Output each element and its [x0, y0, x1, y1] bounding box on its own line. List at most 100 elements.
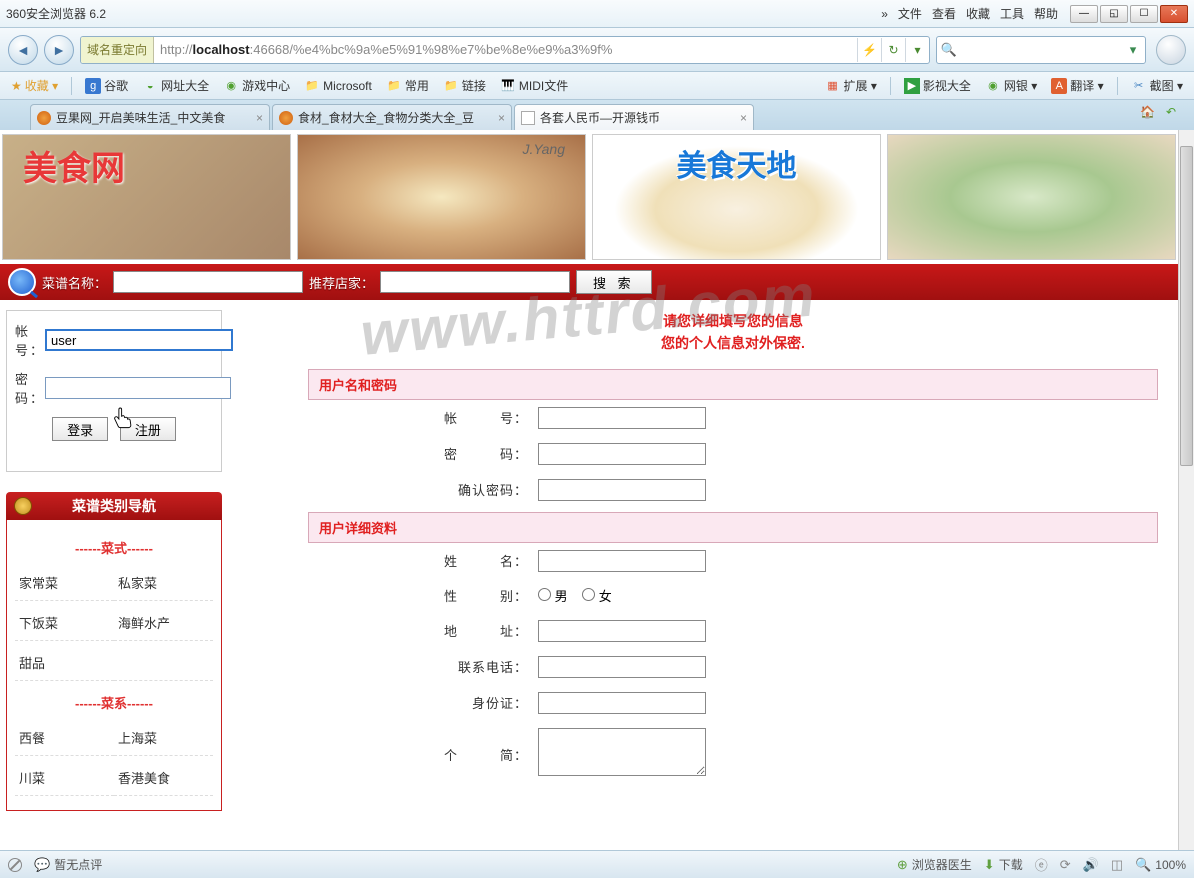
cat-item[interactable]: 家常菜 [15, 565, 114, 601]
status-doctor[interactable]: ⊕浏览器医生 [897, 856, 972, 873]
status-zoom[interactable]: 🔍100% [1135, 857, 1186, 873]
banner-image-1: 美食网 [2, 134, 291, 260]
cat-item[interactable]: 上海菜 [114, 720, 213, 756]
status-split-icon[interactable]: ◫ [1111, 857, 1123, 873]
cat-item[interactable]: 西餐 [15, 720, 114, 756]
radio-male[interactable]: 男 [538, 589, 568, 604]
translate-button[interactable]: A翻译 ▾ [1046, 75, 1108, 96]
home-icon[interactable]: 🏠 [1140, 105, 1158, 123]
maximize-button[interactable]: ☐ [1130, 5, 1158, 23]
form-input-intro[interactable] [538, 728, 706, 776]
user-avatar[interactable] [1156, 35, 1186, 65]
menu-help[interactable]: 帮助 [1034, 5, 1058, 22]
vertical-scrollbar[interactable] [1178, 130, 1194, 850]
video-button[interactable]: ▶影视大全 [899, 75, 976, 96]
form-input-tel[interactable] [538, 656, 706, 678]
power-icon[interactable]: ⚡ [857, 38, 881, 62]
form-label-tel: 联系电话： [308, 657, 538, 676]
form-input-user[interactable] [538, 407, 706, 429]
bookmark-sites[interactable]: ◒网址大全 [137, 75, 214, 96]
bookmark-google[interactable]: g谷歌 [80, 75, 133, 96]
bookmark-midi[interactable]: 🎹MIDI文件 [495, 75, 573, 96]
register-button[interactable]: 注册 [120, 417, 176, 441]
address-bar[interactable]: 域名重定向 http://localhost:46668/%e4%bc%9a%e… [80, 36, 930, 64]
cat-item[interactable]: 下饭菜 [15, 605, 114, 641]
cat-item[interactable] [114, 645, 213, 681]
password-input[interactable] [45, 377, 231, 399]
menu-chevron[interactable]: » [881, 7, 888, 21]
tab-2[interactable]: 食材_食材大全_食物分类大全_豆 × [272, 104, 512, 130]
url-dropdown-icon[interactable]: ▾ [905, 38, 929, 62]
window-titlebar: 360安全浏览器 6.2 » 文件 查看 收藏 工具 帮助 — ◱ ☐ ✕ [0, 0, 1194, 28]
status-mute-icon[interactable]: ⓔ [1035, 855, 1048, 874]
bookmark-games[interactable]: ◉游戏中心 [218, 75, 295, 96]
login-button[interactable]: 登录 [52, 417, 108, 441]
status-speed-icon[interactable]: ⟳ [1060, 857, 1071, 873]
menu-file[interactable]: 文件 [898, 5, 922, 22]
cat-item[interactable]: 海鲜水产 [114, 605, 213, 641]
section-header: 用户详细资料 [308, 512, 1158, 543]
tab-close-icon[interactable]: × [498, 111, 505, 125]
tab-label: 各套人民币—开源钱币 [540, 109, 735, 126]
menu-view[interactable]: 查看 [932, 5, 956, 22]
form-input-id[interactable] [538, 692, 706, 714]
shop-name-input[interactable] [380, 271, 570, 293]
bank-button[interactable]: ◉网银 ▾ [980, 75, 1042, 96]
group-dish-style: ------菜式------ [15, 538, 213, 557]
form-title: 请您详细填写您的信息 您的个人信息对外保密. [308, 310, 1158, 355]
status-sound-icon[interactable]: 🔊 [1083, 857, 1099, 873]
menu-tools[interactable]: 工具 [1000, 5, 1024, 22]
bookmark-links[interactable]: 📁链接 [438, 75, 491, 96]
tab-bar: 豆果网_开启美味生活_中文美食 × 食材_食材大全_食物分类大全_豆 × 各套人… [0, 100, 1194, 130]
tab-close-icon[interactable]: × [256, 111, 263, 125]
banner-image-4 [887, 134, 1176, 260]
cat-item[interactable]: 甜品 [15, 645, 114, 681]
username-input[interactable] [45, 329, 233, 351]
window-buttons: — ◱ ☐ ✕ [1068, 5, 1188, 23]
form-input-pass[interactable] [538, 443, 706, 465]
cat-item[interactable]: 川菜 [15, 760, 114, 796]
ext-button[interactable]: ▦扩展 ▾ [820, 75, 882, 96]
status-download[interactable]: ⬇下载 [984, 856, 1023, 873]
site-search-button[interactable]: 搜 索 [576, 270, 652, 294]
page-content: 美食网 J.Yang 美食天地 菜谱名称： 推荐店家： 搜 索 帐 号： 密 码… [0, 130, 1178, 850]
menu-favorites[interactable]: 收藏 [966, 5, 990, 22]
favorites-button[interactable]: ★ 收藏 ▾ [6, 75, 63, 96]
status-comment[interactable]: 💬暂无点评 [34, 856, 102, 873]
cat-item[interactable]: 香港美食 [114, 760, 213, 796]
minimize-button[interactable]: — [1070, 5, 1098, 23]
close-button[interactable]: ✕ [1160, 5, 1188, 23]
tab-3-active[interactable]: 各套人民币—开源钱币 × [514, 104, 754, 130]
left-column: 帐 号： 密 码： 登录 注册 菜谱类别导航 ------菜 [0, 300, 228, 821]
section-details: 用户详细资料 姓 名： 性 别： 男 女 地 址： [308, 512, 1158, 788]
search-dropdown-icon[interactable]: ▾ [1121, 42, 1145, 58]
bookmark-common[interactable]: 📁常用 [381, 75, 434, 96]
browser-search-box[interactable]: 🔍 ▾ [936, 36, 1146, 64]
nav-toolbar: ◄ ► 域名重定向 http://localhost:46668/%e4%bc%… [0, 28, 1194, 72]
banner-image-3: 美食天地 [592, 134, 881, 260]
category-nav: 菜谱类别导航 ------菜式------ 家常菜 私家菜 下饭菜 海鲜水产 甜… [6, 492, 222, 811]
status-block-icon[interactable] [8, 858, 22, 872]
radio-female[interactable]: 女 [582, 589, 612, 604]
form-input-name[interactable] [538, 550, 706, 572]
separator [71, 77, 72, 95]
restore-button[interactable]: ◱ [1100, 5, 1128, 23]
screenshot-button[interactable]: ✂截图 ▾ [1126, 75, 1188, 96]
url-text[interactable]: http://localhost:46668/%e4%bc%9a%e5%91%9… [154, 42, 857, 57]
url-path: :46668/%e4%bc%9a%e5%91%98%e7%be%8e%e9%a3… [250, 42, 613, 57]
form-input-addr[interactable] [538, 620, 706, 642]
forward-button[interactable]: ► [44, 35, 74, 65]
recipe-name-input[interactable] [113, 271, 303, 293]
form-label-intro: 个 简： [308, 745, 538, 764]
bookmark-microsoft[interactable]: 📁Microsoft [299, 76, 377, 96]
refresh-icon[interactable]: ↻ [881, 38, 905, 62]
back-button[interactable]: ◄ [8, 35, 38, 65]
tab-1[interactable]: 豆果网_开启美味生活_中文美食 × [30, 104, 270, 130]
tab-close-icon[interactable]: × [740, 111, 747, 125]
restore-tab-icon[interactable]: ↶ [1166, 105, 1184, 123]
banner-row: 美食网 J.Yang 美食天地 [0, 130, 1178, 264]
form-input-pass2[interactable] [538, 479, 706, 501]
cat-item[interactable]: 私家菜 [114, 565, 213, 601]
scrollbar-thumb[interactable] [1180, 146, 1193, 466]
site-search-bar: 菜谱名称： 推荐店家： 搜 索 [0, 264, 1178, 300]
